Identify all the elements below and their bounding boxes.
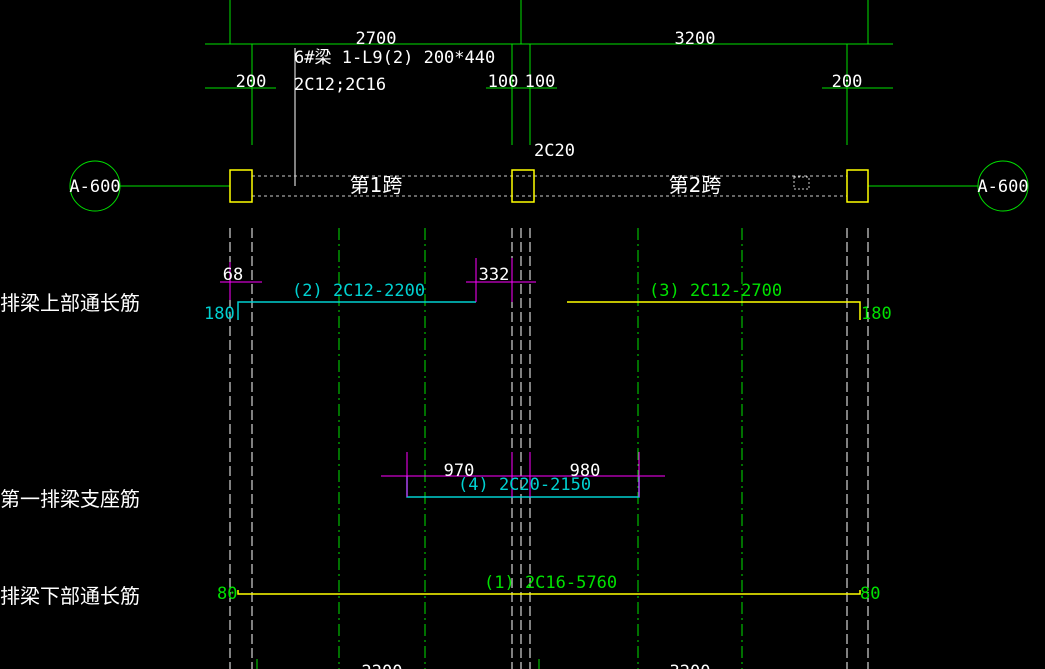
dim-left-width: 200 xyxy=(236,72,267,92)
top-bar-3 xyxy=(567,301,861,320)
support-rebar-label: 2C20 xyxy=(534,141,575,161)
top-bar-2 xyxy=(237,301,476,320)
bottom-dim-left: 2200 xyxy=(362,662,403,669)
small-marker xyxy=(793,176,810,190)
top-left-hook: 180 xyxy=(204,304,235,324)
axis-markers xyxy=(69,160,1029,212)
top-right-hook: 180 xyxy=(861,304,892,324)
row-label-bottom: 排梁下部通长筋 xyxy=(0,584,140,608)
dim-span1: 2700 xyxy=(356,29,397,49)
dim-mid-right: 100 xyxy=(525,72,556,92)
top-bar-3-label: (3) 2C12-2700 xyxy=(649,281,782,301)
support-bar-4-label: (4) 2C20-2150 xyxy=(458,475,591,495)
dim-span2: 3200 xyxy=(675,29,716,49)
left-axis-label: A-600 xyxy=(69,177,120,197)
top-bar-2-label: (2) 2C12-2200 xyxy=(292,281,425,301)
support-mid xyxy=(511,169,535,203)
bottom-left-hook: 80 xyxy=(217,584,237,604)
right-axis-label: A-600 xyxy=(977,177,1028,197)
dim-right-width: 200 xyxy=(832,72,863,92)
span2-label: 第2跨 xyxy=(669,173,722,197)
row-label-support: 第一排梁支座筋 xyxy=(0,487,140,511)
span1-label: 第1跨 xyxy=(350,173,403,197)
top-left-anchor: 68 xyxy=(223,265,243,285)
beam-outline xyxy=(252,175,847,197)
beam-title: 6#梁 1-L9(2) 200*440 xyxy=(294,48,495,68)
bottom-bar-1-label: (1) 2C16-5760 xyxy=(484,573,617,593)
beam-rebar-spec: 2C12;2C16 xyxy=(294,75,386,95)
column-supports xyxy=(229,169,869,203)
row-label-top: 排梁上部通长筋 xyxy=(0,291,140,315)
bottom-dim-right: 3200 xyxy=(670,662,711,669)
beam-rebar-drawing: 2700 3200 200 100 100 200 6#梁 1-L9(2) 20… xyxy=(0,0,1029,669)
dim-mid-left: 100 xyxy=(488,72,519,92)
support-right xyxy=(846,169,869,203)
bottom-right-hook: 80 xyxy=(860,584,880,604)
top-mid-anchor: 332 xyxy=(479,265,510,285)
support-left xyxy=(229,169,253,203)
